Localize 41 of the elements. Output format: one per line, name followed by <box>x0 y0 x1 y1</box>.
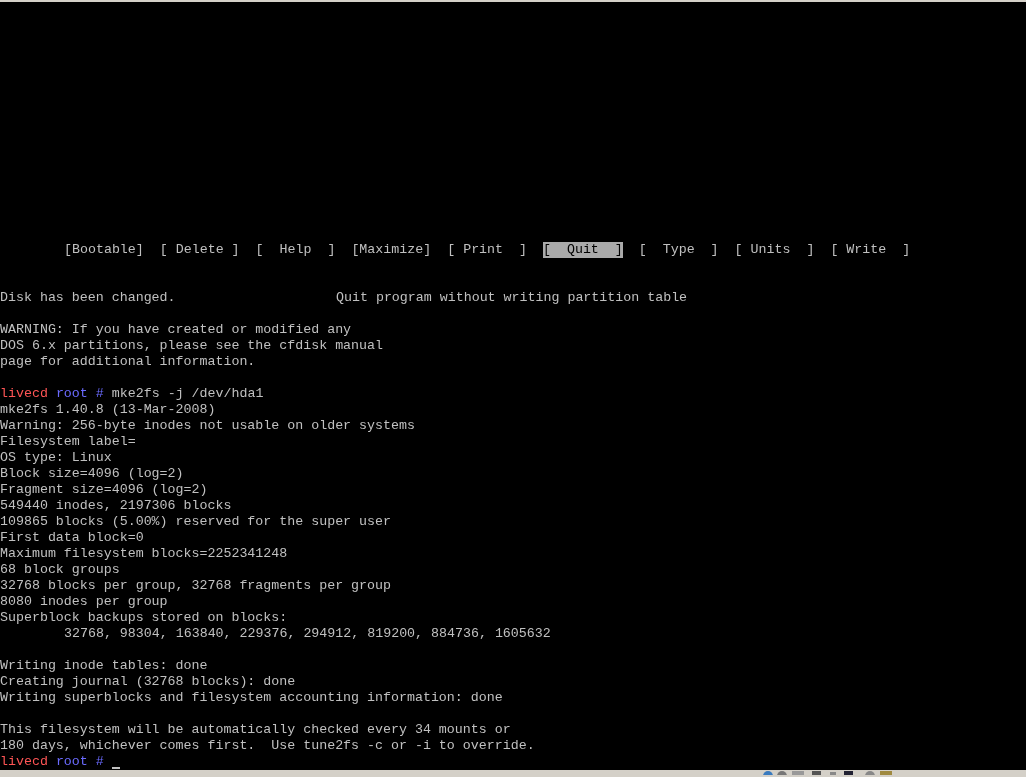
menu-option[interactable]: [ Help ] <box>255 242 336 258</box>
terminal-line: mke2fs 1.40.8 (13-Mar-2008) <box>0 402 216 418</box>
menu-option[interactable]: [Bootable] <box>64 242 144 258</box>
terminal-line: 68 block groups <box>0 562 120 578</box>
command-text: mke2fs -j /dev/hda1 <box>111 386 264 402</box>
terminal-line: WARNING: If you have created or modified any <box>0 322 352 338</box>
terminal-line: Filesystem label= <box>0 434 136 450</box>
prompt-user: root <box>55 754 88 770</box>
terminal-line: This filesystem will be automatically checked every 34 mounts or <box>0 722 511 738</box>
terminal-line: Fragment size=4096 (log=2) <box>0 482 208 498</box>
prompt-user: root <box>55 386 88 402</box>
terminal-line: 32768, 98304, 163840, 229376, 294912, 819200, 884736, 1605632 <box>64 626 551 641</box>
terminal-line: Creating journal (32768 blocks): done <box>0 674 296 690</box>
terminal-line: First data block=0 <box>0 530 144 546</box>
menu-option[interactable]: [ Type ] <box>638 242 719 258</box>
terminal-line: Writing superblocks and filesystem accounting information: done <box>0 690 503 706</box>
menu-option[interactable]: [ Delete ] <box>159 242 240 258</box>
terminal-line: 180 days, whichever comes first. Use tune2fs -c or -i to override. <box>0 738 535 754</box>
terminal-line: 8080 inodes per group <box>0 594 168 610</box>
menu-option[interactable]: [ Write ] <box>830 242 911 258</box>
menu-option[interactable]: [ Print ] <box>447 242 527 258</box>
terminal-line: OS type: Linux <box>0 450 112 466</box>
terminal-line: Writing inode tables: done <box>0 658 208 674</box>
terminal-line: 32768 blocks per group, 32768 fragments per group <box>0 578 391 594</box>
menu-option[interactable]: [ Quit ] <box>543 242 623 258</box>
terminal-line: Superblock backups stored on blocks: <box>0 610 288 626</box>
terminal-line: 549440 inodes, 2197306 blocks <box>0 498 232 514</box>
terminal-line: DOS 6.x partitions, please see the cfdisk manual <box>0 338 383 354</box>
terminal-line: 109865 blocks (5.00%) reserved for the super user <box>0 514 391 530</box>
menu-option[interactable]: [ Units ] <box>734 242 815 258</box>
status-hint: Quit program without writing partition table <box>336 290 688 306</box>
terminal-line: Maximum filesystem blocks=2252341248 <box>0 546 288 562</box>
terminal-line: Block size=4096 (log=2) <box>0 466 184 482</box>
prompt-sign: # <box>95 386 104 402</box>
terminal-line: page for additional information. <box>0 354 256 370</box>
prompt-sign: # <box>95 754 104 770</box>
prompt-host: livecd <box>0 754 48 770</box>
menu-option[interactable]: [Maximize] <box>351 242 432 258</box>
terminal-line: Warning: 256-byte inodes not usable on older systems <box>0 418 415 434</box>
prompt-host: livecd <box>0 386 48 402</box>
status-message: Disk has been changed. <box>0 290 177 306</box>
